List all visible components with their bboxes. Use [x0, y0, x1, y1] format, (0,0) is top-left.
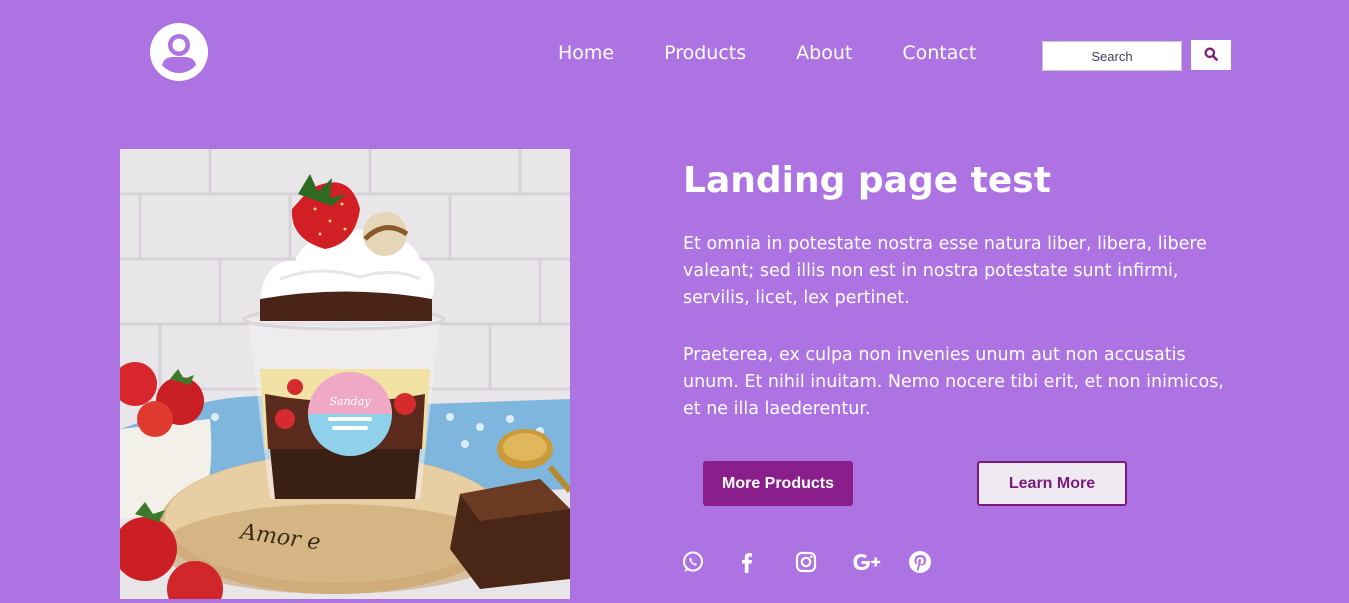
more-products-button[interactable]: More Products: [703, 461, 853, 506]
nav-about[interactable]: About: [796, 42, 852, 64]
main-nav: Home Products About Contact: [558, 42, 1026, 64]
intro-paragraph-1: Et omnia in potestate nostra esse natura…: [683, 234, 1207, 308]
facebook-icon[interactable]: [734, 549, 760, 575]
pinterest-icon[interactable]: [907, 549, 933, 575]
user-circle-icon[interactable]: [149, 22, 209, 82]
whatsapp-icon[interactable]: [680, 549, 706, 575]
instagram-icon[interactable]: [793, 549, 819, 575]
nav-home[interactable]: Home: [558, 42, 614, 64]
search-icon: [1204, 47, 1218, 64]
learn-more-button[interactable]: Learn More: [977, 461, 1127, 506]
cup-label-text: Sanday: [330, 395, 372, 408]
dessert-cup-image: Amor e Sanday: [120, 149, 570, 599]
landing-page: Home Products About Contact Search Amor …: [0, 0, 1349, 603]
nav-products[interactable]: Products: [664, 42, 746, 64]
nav-contact[interactable]: Contact: [902, 42, 976, 64]
search-button[interactable]: [1191, 40, 1231, 70]
page-title: Landing page test: [683, 160, 1051, 201]
intro-paragraph-2: Praeterea, ex culpa non invenies unum au…: [683, 345, 1224, 419]
search-input[interactable]: [1042, 41, 1182, 71]
google-plus-icon[interactable]: [851, 549, 883, 575]
